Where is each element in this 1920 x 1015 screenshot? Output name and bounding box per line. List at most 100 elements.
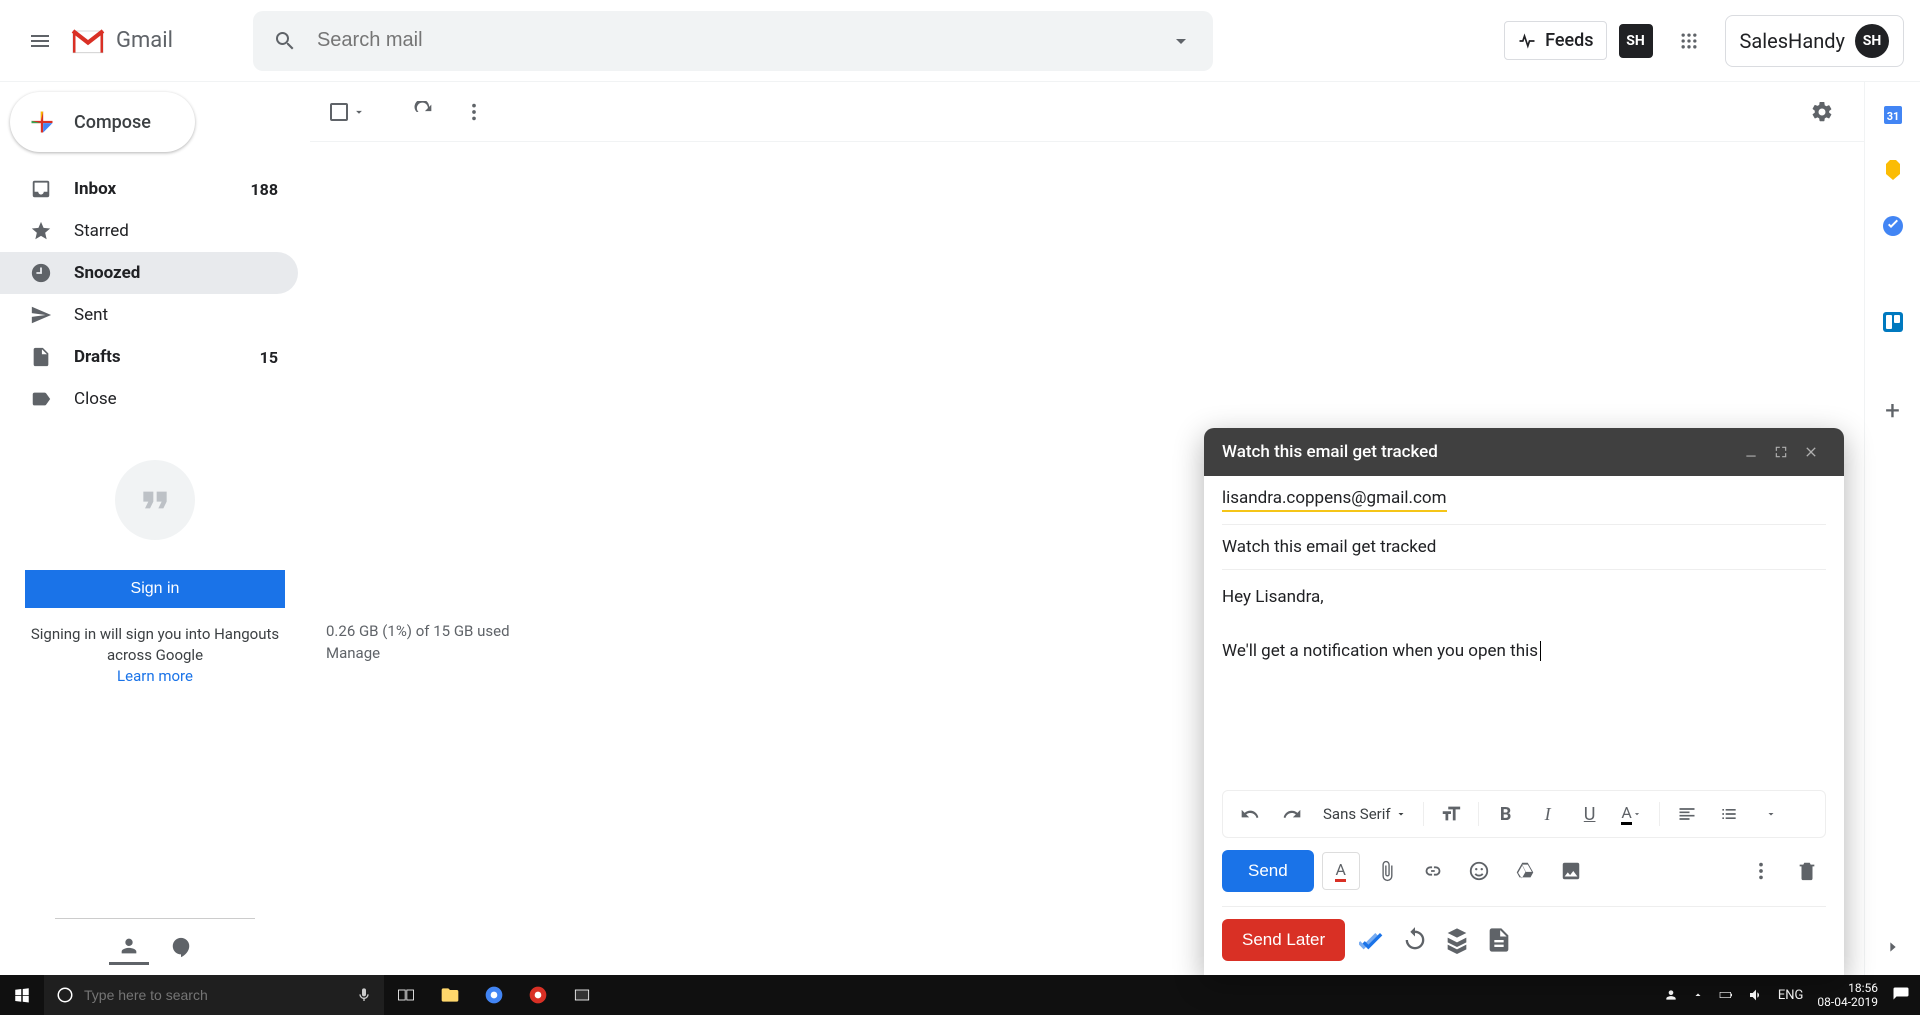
gmail-logo[interactable]: Gmail — [68, 21, 173, 61]
drive-icon — [1514, 860, 1536, 882]
attachment-icon — [1376, 860, 1398, 882]
underline-button[interactable]: U — [1571, 795, 1609, 833]
redo-button[interactable] — [1273, 795, 1311, 833]
font-select[interactable]: Sans Serif — [1315, 805, 1415, 823]
notifications-icon[interactable] — [1892, 986, 1910, 1004]
app-button[interactable] — [560, 975, 604, 1015]
documents-button[interactable] — [1485, 926, 1513, 954]
more-options-button[interactable] — [1742, 852, 1780, 890]
mic-icon[interactable] — [356, 987, 372, 1003]
settings-button[interactable] — [1800, 90, 1844, 134]
people-icon[interactable] — [1664, 988, 1678, 1002]
close-button[interactable] — [1796, 437, 1826, 467]
photo-button[interactable] — [1552, 852, 1590, 890]
task-view-button[interactable] — [384, 975, 428, 1015]
attach-button[interactable] — [1368, 852, 1406, 890]
send-later-button[interactable]: Send Later — [1222, 919, 1345, 961]
recipient-chip[interactable]: lisandra.coppens@gmail.com — [1222, 488, 1447, 512]
compose-button[interactable]: Compose — [10, 92, 195, 152]
search-box[interactable] — [253, 11, 1213, 71]
hangouts-section: Sign in Signing in will sign you into Ha… — [0, 460, 310, 687]
pulse-icon — [1517, 31, 1537, 51]
gmail-logo-text: Gmail — [116, 28, 173, 53]
sidebar-item-drafts[interactable]: Drafts 15 — [0, 336, 298, 378]
undo-button[interactable] — [1231, 795, 1269, 833]
system-tray: ENG 18:56 08-04-2019 — [1664, 981, 1920, 1010]
feeds-button[interactable]: Feeds — [1504, 21, 1606, 60]
list-button[interactable] — [1710, 795, 1748, 833]
saleshandy-button[interactable]: SalesHandy SH — [1725, 15, 1904, 67]
minimize-button[interactable] — [1736, 437, 1766, 467]
compose-header[interactable]: Watch this email get tracked — [1204, 428, 1844, 476]
send-icon — [30, 304, 52, 326]
to-field[interactable]: lisandra.coppens@gmail.com — [1222, 476, 1826, 525]
sidebar-item-label: Inbox — [74, 179, 250, 199]
sh-avatar-icon: SH — [1855, 24, 1889, 58]
hangouts-learn-more-link[interactable]: Learn more — [117, 667, 193, 685]
chevron-up-icon[interactable] — [1692, 989, 1704, 1001]
calendar-icon[interactable]: 31 — [1881, 102, 1905, 126]
select-all-checkbox[interactable] — [324, 97, 372, 127]
text-size-icon — [1440, 803, 1462, 825]
quote-icon — [135, 480, 175, 520]
drive-button[interactable] — [1506, 852, 1544, 890]
refresh-button[interactable] — [402, 90, 446, 134]
hangouts-icon — [170, 936, 192, 958]
volume-icon[interactable] — [1748, 987, 1764, 1003]
emoji-icon — [1468, 860, 1490, 882]
undo-icon — [1240, 804, 1260, 824]
tasks-icon[interactable] — [1881, 214, 1905, 238]
align-button[interactable] — [1668, 795, 1706, 833]
sh-badge[interactable]: SH — [1619, 24, 1653, 58]
hangouts-tab[interactable] — [161, 929, 201, 965]
chrome-button-2[interactable] — [516, 975, 560, 1015]
link-button[interactable] — [1414, 852, 1452, 890]
hamburger-menu-button[interactable] — [16, 17, 64, 65]
more-vert-icon — [463, 101, 485, 123]
sidebar-item-sent[interactable]: Sent — [0, 294, 298, 336]
sidebar-item-label: Drafts — [74, 347, 260, 367]
chevron-right-icon[interactable] — [1885, 939, 1901, 955]
google-apps-button[interactable] — [1665, 17, 1713, 65]
search-input[interactable] — [317, 29, 1169, 52]
refresh-button[interactable] — [1401, 926, 1429, 954]
more-button[interactable] — [452, 90, 496, 134]
send-button[interactable]: Send — [1222, 850, 1314, 892]
clock[interactable]: 18:56 08-04-2019 — [1817, 981, 1878, 1010]
windows-icon — [13, 986, 31, 1004]
tracking-toggle-button[interactable] — [1359, 926, 1387, 954]
templates-button[interactable] — [1443, 926, 1471, 954]
sidebar-item-close[interactable]: Close — [0, 378, 298, 420]
taskbar-search[interactable] — [44, 975, 384, 1015]
trello-icon[interactable] — [1881, 310, 1905, 334]
battery-icon[interactable] — [1718, 987, 1734, 1003]
font-size-button[interactable] — [1432, 795, 1470, 833]
file-explorer-button[interactable] — [428, 975, 472, 1015]
document-icon — [30, 346, 52, 368]
discard-button[interactable] — [1788, 852, 1826, 890]
language-indicator[interactable]: ENG — [1778, 988, 1804, 1003]
message-body[interactable]: Hey Lisandra, We'll get a notification w… — [1222, 570, 1826, 790]
chrome-button[interactable] — [472, 975, 516, 1015]
add-addon-button[interactable]: + — [1885, 396, 1900, 426]
sidebar-item-starred[interactable]: Starred — [0, 210, 298, 252]
start-button[interactable] — [0, 975, 44, 1015]
redo-icon — [1282, 804, 1302, 824]
format-toggle-button[interactable]: A — [1322, 852, 1360, 890]
contacts-tab[interactable] — [109, 929, 149, 965]
hangouts-signin-button[interactable]: Sign in — [25, 570, 285, 608]
italic-button[interactable]: I — [1529, 795, 1567, 833]
more-formatting-button[interactable] — [1752, 795, 1790, 833]
sidebar-item-snoozed[interactable]: Snoozed — [0, 252, 298, 294]
taskbar-search-input[interactable] — [84, 987, 346, 1003]
taskview-icon — [396, 985, 416, 1005]
emoji-button[interactable] — [1460, 852, 1498, 890]
keep-icon[interactable] — [1881, 158, 1905, 182]
bold-button[interactable]: B — [1487, 795, 1525, 833]
sidebar-item-inbox[interactable]: Inbox 188 — [0, 168, 298, 210]
search-options-button[interactable] — [1169, 29, 1193, 53]
subject-field[interactable]: Watch this email get tracked — [1222, 525, 1826, 570]
fullscreen-button[interactable] — [1766, 437, 1796, 467]
sidebar-item-label: Snoozed — [74, 263, 278, 283]
text-color-button[interactable]: A — [1613, 795, 1651, 833]
